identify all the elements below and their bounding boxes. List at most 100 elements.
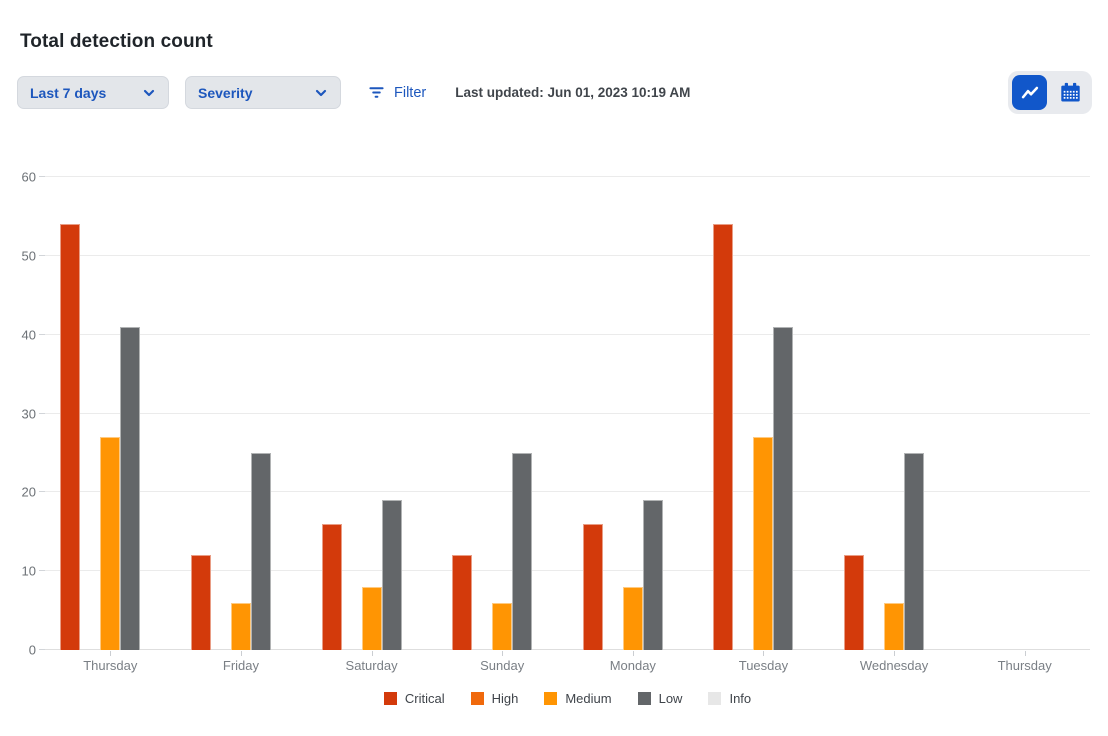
x-axis-label: Thursday (45, 658, 176, 673)
calendar-view-button[interactable] (1053, 75, 1088, 110)
chevron-down-icon (314, 86, 328, 100)
bar-slot (753, 177, 773, 650)
x-axis-label: Wednesday (829, 658, 960, 673)
y-axis-label: 20 (22, 485, 36, 500)
bar-low[interactable] (773, 327, 793, 650)
filter-button[interactable]: Filter (368, 84, 426, 101)
bar-slot (1035, 177, 1055, 650)
bar-slot (512, 177, 532, 650)
bar-slot (733, 177, 753, 650)
y-axis-label: 50 (22, 248, 36, 263)
x-axis-label: Thursday (959, 658, 1090, 673)
legend-swatch (638, 692, 651, 705)
bar-slot (583, 177, 603, 650)
chart-view-button[interactable] (1012, 75, 1047, 110)
legend-label: Info (729, 691, 751, 706)
bar-slot (231, 177, 251, 650)
bar-critical[interactable] (844, 555, 864, 650)
x-axis-label: Tuesday (698, 658, 829, 673)
bar-medium[interactable] (231, 603, 251, 650)
bar-slot (322, 177, 342, 650)
bar-critical[interactable] (60, 224, 80, 650)
time-range-value: Last 7 days (30, 85, 106, 101)
filter-label: Filter (394, 85, 426, 101)
legend-swatch (708, 692, 721, 705)
bar-critical[interactable] (583, 524, 603, 650)
bar-critical[interactable] (191, 555, 211, 650)
bar-group (698, 177, 829, 650)
bar-slot (532, 177, 552, 650)
view-toggle-group (1008, 71, 1092, 114)
bar-low[interactable] (904, 453, 924, 650)
bar-group (176, 177, 307, 650)
bar-slot (773, 177, 793, 650)
bar-slot (864, 177, 884, 650)
bar-low[interactable] (643, 500, 663, 650)
y-axis-label: 30 (22, 406, 36, 421)
bar-group (45, 177, 176, 650)
line-chart-icon (1019, 82, 1041, 104)
bar-slot (623, 177, 643, 650)
bar-slot (191, 177, 211, 650)
legend-item-critical[interactable]: Critical (384, 691, 445, 706)
bar-slot (402, 177, 422, 650)
bar-group (437, 177, 568, 650)
legend-label: Critical (405, 691, 445, 706)
bar-low[interactable] (120, 327, 140, 650)
legend-label: Low (659, 691, 683, 706)
bar-slot (140, 177, 160, 650)
bar-slot (492, 177, 512, 650)
bar-low[interactable] (251, 453, 271, 650)
bar-slot (844, 177, 864, 650)
bar-group (568, 177, 699, 650)
bar-slot (342, 177, 362, 650)
bar-slot (713, 177, 733, 650)
bar-slot (382, 177, 402, 650)
legend-label: Medium (565, 691, 611, 706)
bar-medium[interactable] (884, 603, 904, 650)
bar-slot (643, 177, 663, 650)
y-axis-label: 0 (29, 643, 36, 658)
bar-slot (211, 177, 231, 650)
bar-medium[interactable] (753, 437, 773, 650)
bar-slot (120, 177, 140, 650)
bar-slot (271, 177, 291, 650)
bar-medium[interactable] (492, 603, 512, 650)
bar-medium[interactable] (362, 587, 382, 650)
bar-group (959, 177, 1090, 650)
bar-group (306, 177, 437, 650)
y-axis-label: 40 (22, 327, 36, 342)
bar-slot (884, 177, 904, 650)
x-axis: ThursdayFridaySaturdaySundayMondayTuesda… (45, 658, 1090, 673)
legend-item-low[interactable]: Low (638, 691, 683, 706)
legend-item-high[interactable]: High (471, 691, 519, 706)
legend-swatch (544, 692, 557, 705)
bar-groups (45, 177, 1090, 650)
group-by-value: Severity (198, 85, 252, 101)
x-axis-label: Sunday (437, 658, 568, 673)
bar-medium[interactable] (100, 437, 120, 650)
legend-item-medium[interactable]: Medium (544, 691, 611, 706)
bar-critical[interactable] (713, 224, 733, 650)
bar-slot (904, 177, 924, 650)
bar-slot (995, 177, 1015, 650)
bar-critical[interactable] (322, 524, 342, 650)
bar-slot (1055, 177, 1075, 650)
filter-icon (368, 84, 385, 101)
y-axis-label: 10 (22, 564, 36, 579)
bar-slot (452, 177, 472, 650)
legend-label: High (492, 691, 519, 706)
bar-critical[interactable] (452, 555, 472, 650)
x-axis-label: Monday (568, 658, 699, 673)
bar-low[interactable] (382, 500, 402, 650)
bar-low[interactable] (512, 453, 532, 650)
bar-slot (975, 177, 995, 650)
legend-swatch (471, 692, 484, 705)
bar-slot (793, 177, 813, 650)
legend-item-info[interactable]: Info (708, 691, 751, 706)
page-title: Total detection count (20, 31, 213, 53)
group-by-select[interactable]: Severity (185, 76, 341, 109)
legend: Critical High Medium Low Info (45, 691, 1090, 706)
bar-medium[interactable] (623, 587, 643, 650)
time-range-select[interactable]: Last 7 days (17, 76, 169, 109)
